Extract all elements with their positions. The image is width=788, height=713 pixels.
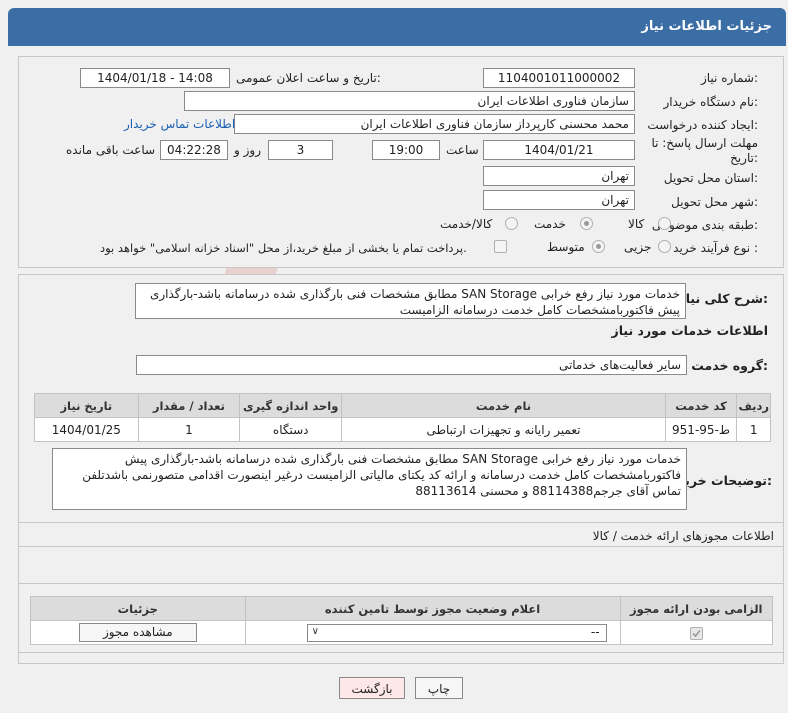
- col-permit-status: اعلام وضعیت مجوز توسط تامین کننده: [244, 596, 621, 621]
- process-label: نوع فرآیند خرید :: [673, 241, 758, 255]
- cell-need-date: 1404/01/25: [34, 417, 139, 442]
- treasury-payment-checkbox[interactable]: [494, 240, 507, 253]
- permits-divider-bottom: [18, 546, 784, 547]
- col-service-name: نام خدمت: [341, 393, 666, 418]
- process-medium-radio[interactable]: [592, 240, 605, 253]
- table-row: ∨ -- مشاهده مجوز: [30, 620, 774, 645]
- category-service-radio[interactable]: [580, 217, 593, 230]
- need-number-field[interactable]: 1104001011000002: [483, 68, 635, 88]
- process-minor-label: جزیی: [624, 240, 652, 254]
- service-group-label: گروه خدمت:: [691, 358, 768, 373]
- buyer-org-field[interactable]: سازمان فناوری اطلاعات ایران: [184, 91, 635, 111]
- col-need-date: تاریخ نیاز: [34, 393, 139, 418]
- permit-required-checkbox[interactable]: [689, 626, 703, 640]
- cell-permit-details: مشاهده مجوز: [30, 620, 246, 645]
- services-table: ردیف کد خدمت نام خدمت واحد اندازه گیری ت…: [34, 393, 771, 442]
- category-goods-radio[interactable]: [658, 217, 671, 230]
- buyer-contact-link[interactable]: اطلاعات تماس خریدار: [124, 117, 235, 131]
- permit-status-select[interactable]: ∨ --: [306, 623, 607, 642]
- col-permit-required: الزامی بودن ارائه مجوز: [619, 596, 774, 621]
- service-group-field[interactable]: سایر فعالیت‌های خدماتی: [136, 355, 687, 375]
- check-icon: [692, 629, 701, 637]
- cell-service-name: تعمیر رایانه و تجهیزات ارتباطی: [341, 417, 666, 442]
- deadline-label: مهلت ارسال پاسخ: تا تاریخ:: [651, 136, 758, 165]
- cell-row-number: 1: [736, 417, 771, 442]
- treasury-payment-note: پرداخت تمام یا بخشی از مبلغ خرید،از محل …: [100, 241, 467, 255]
- permits-divider: [18, 522, 784, 523]
- province-field[interactable]: تهران: [483, 166, 635, 186]
- services-table-header: ردیف کد خدمت نام خدمت واحد اندازه گیری ت…: [34, 393, 771, 418]
- city-field[interactable]: تهران: [483, 190, 635, 210]
- need-number-label: شماره نیاز:: [700, 71, 758, 85]
- cell-permit-required: [619, 620, 774, 645]
- col-unit: واحد اندازه گیری: [239, 393, 343, 418]
- buyer-org-label: نام دستگاه خریدار:: [663, 95, 759, 109]
- permits-table: الزامی بودن ارائه مجوز اعلام وضعیت مجوز …: [30, 596, 774, 645]
- days-remaining-field[interactable]: 3: [268, 140, 333, 160]
- deadline-time-label: ساعت: [446, 143, 479, 157]
- deadline-time-field[interactable]: 19:00: [372, 140, 440, 160]
- cell-service-code: ط-95-951: [664, 417, 738, 442]
- col-quantity: تعداد / مقدار: [137, 393, 241, 418]
- requester-label: ایجاد کننده درخواست:: [647, 118, 758, 132]
- services-section-title: اطلاعات خدمات مورد نیاز: [611, 323, 769, 338]
- category-service-label: خدمت: [534, 217, 566, 231]
- col-row-number: ردیف: [736, 393, 771, 418]
- cell-quantity: 1: [137, 417, 241, 442]
- category-goods-service-radio[interactable]: [505, 217, 518, 230]
- deadline-date-field[interactable]: 1404/01/21: [483, 140, 635, 160]
- buyer-notes-textarea[interactable]: خدمات مورد نیاز رفع خرابی SAN Storage مط…: [52, 448, 687, 510]
- summary-textarea[interactable]: خدمات مورد نیاز رفع خرابی SAN Storage مط…: [135, 283, 686, 319]
- page-title: جزئیات اطلاعات نیاز: [641, 19, 772, 34]
- remaining-time-label: ساعت باقی مانده: [66, 143, 156, 157]
- process-medium-label: متوسط: [547, 240, 585, 254]
- back-button[interactable]: بازگشت: [339, 677, 405, 699]
- table-row[interactable]: 1 ط-95-951 تعمیر رایانه و تجهیزات ارتباط…: [34, 417, 771, 442]
- days-label: روز و: [234, 143, 261, 157]
- print-button[interactable]: چاپ: [415, 677, 463, 699]
- col-permit-details: جزئیات: [30, 596, 246, 621]
- announce-label: تاریخ و ساعت اعلان عمومی:: [236, 71, 381, 85]
- announce-datetime-field[interactable]: 1404/01/18 - 14:08: [80, 68, 230, 88]
- cell-permit-status: ∨ --: [244, 620, 621, 645]
- category-goods-label: کالا: [628, 217, 645, 231]
- remaining-time-field[interactable]: 04:22:28: [160, 140, 228, 160]
- requester-field[interactable]: محمد محسنی کارپرداز سازمان فناوری اطلاعا…: [234, 114, 635, 134]
- page-header: جزئیات اطلاعات نیاز: [8, 8, 786, 46]
- province-label: استان محل تحویل:: [663, 171, 758, 185]
- permit-status-value: --: [590, 624, 600, 639]
- chevron-down-icon: ∨: [311, 625, 319, 637]
- col-service-code: کد خدمت: [664, 393, 738, 418]
- city-label: شهر محل تحویل:: [671, 195, 758, 209]
- permits-title: اطلاعات مجوزهای ارائه خدمت / کالا: [592, 529, 774, 543]
- summary-label: شرح کلی نیاز:: [678, 291, 769, 306]
- permits-table-header: الزامی بودن ارائه مجوز اعلام وضعیت مجوز …: [30, 596, 774, 621]
- process-minor-radio[interactable]: [658, 240, 671, 253]
- cell-unit: دستگاه: [239, 417, 343, 442]
- category-goods-service-label: کالا/خدمت: [440, 217, 493, 231]
- view-permit-button[interactable]: مشاهده مجوز: [78, 623, 197, 642]
